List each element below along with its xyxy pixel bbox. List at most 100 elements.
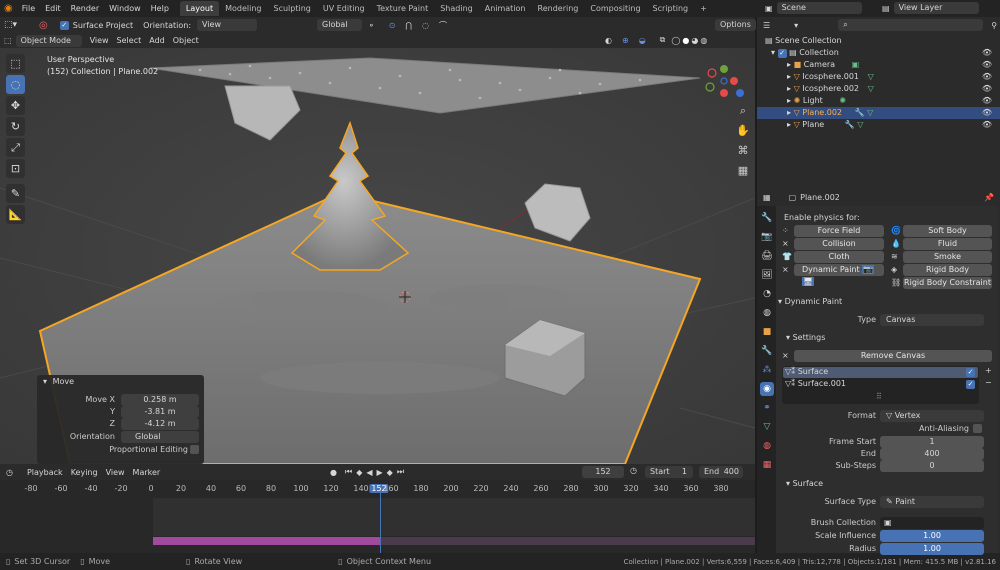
cloth-button[interactable]: Cloth [794,251,884,263]
next-key-icon[interactable]: ◆ [387,468,393,477]
scale-influence-slider[interactable]: 1.00 [880,530,984,542]
modifier-tab-icon[interactable]: 🔧 [760,344,774,358]
menu-window[interactable]: Window [104,4,146,13]
snap-icon[interactable]: ⊙ [389,21,396,30]
frame-end-field[interactable]: 400 [880,448,984,460]
select-box-tool-icon[interactable]: ⬚ [6,54,25,73]
add-surface-button[interactable]: + [985,366,992,375]
settings-subpanel-header[interactable]: ▾ Settings [786,333,825,342]
scene-field[interactable]: Scene [776,2,862,14]
move-z-field[interactable]: -4.12 m [121,418,199,430]
prev-key-icon[interactable]: ◆ [356,468,362,477]
outliner-item-camera[interactable]: ▸ ■ Camera ▣ 👁 [757,59,1000,71]
surface-subpanel-header[interactable]: ▾ Surface [786,479,823,488]
data-tab-icon[interactable]: ▽ [760,420,774,434]
rigid-body-button[interactable]: Rigid Body [903,264,992,276]
substeps-field[interactable]: 0 [880,460,984,472]
play-icon[interactable]: ▶ [377,468,383,477]
fluid-button[interactable]: Fluid [903,238,992,250]
frame-range-area[interactable] [153,498,755,536]
type-dropdown[interactable]: Canvas [880,314,984,326]
tab-layout[interactable]: Layout [179,1,220,16]
menu-select[interactable]: Select [117,36,142,45]
menu-edit[interactable]: Edit [40,4,66,13]
menu-file[interactable]: File [17,4,40,13]
pivot-icon[interactable]: ⚬ [368,21,375,30]
collision-button[interactable]: Collision [794,238,884,250]
transform-space-dropdown[interactable]: Global [317,19,363,31]
play-reverse-icon[interactable]: ◀ [366,468,372,477]
editor-type-icon[interactable]: ⬚▾ [4,20,17,30]
format-dropdown[interactable]: ▽ Vertex [880,410,984,422]
solid-shading-icon[interactable]: ● [682,36,689,45]
dynamic-paint-button[interactable]: Dynamic Paint 📷 🖥 [794,264,884,286]
tab-rendering[interactable]: Rendering [532,1,585,16]
zoom-icon[interactable]: ⌕ [735,103,751,119]
outliner-item-light[interactable]: ▸ ✺ Light ✺ 👁 [757,95,1000,107]
surface-001-enabled-checkbox[interactable]: ✓ [966,380,975,389]
clock-icon[interactable]: ◷ [630,466,637,475]
outliner-item-icosphere-001[interactable]: ▸ ▽ Icosphere.001 ▽ 👁 [757,71,1000,83]
particles-tab-icon[interactable]: ⁂ [760,363,774,377]
options-dropdown[interactable]: Options [715,19,756,31]
eye-icon[interactable]: 👁 [982,71,992,83]
tab-texture-paint[interactable]: Texture Paint [371,1,435,16]
end-frame-field[interactable]: End 400 [699,466,743,478]
constraints-tab-icon[interactable]: ⚭ [760,401,774,415]
properties-editor-icon[interactable]: ▦ [763,193,771,202]
scene-selector[interactable]: ▣ Scene [765,2,862,14]
cursor-tool-icon[interactable]: ◌ [6,75,25,94]
editor-type-icon[interactable]: ⬚ [4,36,12,45]
soft-body-button[interactable]: Soft Body [903,225,992,237]
force-field-button[interactable]: Force Field [794,225,884,237]
tab-compositing[interactable]: Compositing [584,1,646,16]
view-layer-field[interactable]: View Layer [893,2,979,14]
tab-animation[interactable]: Animation [479,1,532,16]
rotate-tool-icon[interactable]: ↻ [6,117,25,136]
menu-playback[interactable]: Playback [27,468,63,477]
surface-list-item[interactable]: ▽⁑ Surface.001 ✓ [783,379,978,390]
tool-tab-icon[interactable]: 🔧 [760,211,774,225]
xray-icon[interactable]: ⧉ [660,35,666,45]
menu-help[interactable]: Help [146,4,174,13]
output-tab-icon[interactable]: 🖨 [760,249,774,263]
physics-tab-icon[interactable]: ◉ [760,382,774,396]
blender-logo-icon[interactable]: ◉ [4,3,13,14]
camera-view-icon[interactable]: ⌘ [735,143,751,159]
tab-modeling[interactable]: Modeling [219,1,267,16]
view-layer-selector[interactable]: ▤ View Layer [882,2,979,14]
eye-icon[interactable]: 👁 [982,107,992,119]
outliner-collection[interactable]: ▾ ✓ ▤ Collection 👁 [757,47,1000,59]
current-frame-field[interactable]: 152 [582,466,624,478]
surface-enabled-checkbox[interactable]: ✓ [966,368,975,377]
remove-surface-button[interactable]: − [985,378,992,387]
visibility-icon[interactable]: ◐ [605,36,612,45]
outliner-item-plane[interactable]: ▸ ▽ Plane 🔧 ▽ 👁 [757,119,1000,131]
outliner-item-plane-002[interactable]: ▸ ▽ Plane.002 🔧 ▽ 👁 [757,107,1000,119]
pin-icon[interactable]: 📌 [984,193,994,202]
brush-collection-field[interactable]: ▣ [880,517,984,529]
move-x-field[interactable]: 0.258 m [121,394,199,406]
filter-icon[interactable]: ⚲ [991,21,997,30]
anti-aliasing-checkbox[interactable] [973,424,982,433]
transform-tool-icon[interactable]: ⊡ [6,159,25,178]
move-panel-header[interactable]: ▾ Move [43,377,74,386]
menu-timeline-view[interactable]: View [106,468,125,477]
material-shading-icon[interactable]: ◕ [691,36,698,45]
tab-uv-editing[interactable]: UV Editing [317,1,371,16]
move-tool-icon[interactable]: ✥ [6,96,25,115]
menu-keying[interactable]: Keying [71,468,98,477]
rendered-shading-icon[interactable]: ◍ [700,36,707,45]
scale-tool-icon[interactable]: ⤢ [6,138,25,157]
move-y-field[interactable]: -3.81 m [121,406,199,418]
outliner-scene-collection[interactable]: ▤ Scene Collection [757,35,1000,47]
dynamic-paint-panel-header[interactable]: ▾ Dynamic Paint [778,297,842,306]
eye-icon[interactable]: 👁 [982,59,992,71]
render-tab-icon[interactable]: 📷 [760,230,774,244]
add-workspace-button[interactable]: + [694,1,713,16]
remove-canvas-button[interactable]: Remove Canvas [794,350,992,362]
view-layer-tab-icon[interactable]: 🖼 [760,268,774,282]
wireframe-shading-icon[interactable]: ◯ [671,36,680,45]
menu-render[interactable]: Render [66,4,104,13]
remove-collision-icon[interactable]: × [782,239,789,248]
